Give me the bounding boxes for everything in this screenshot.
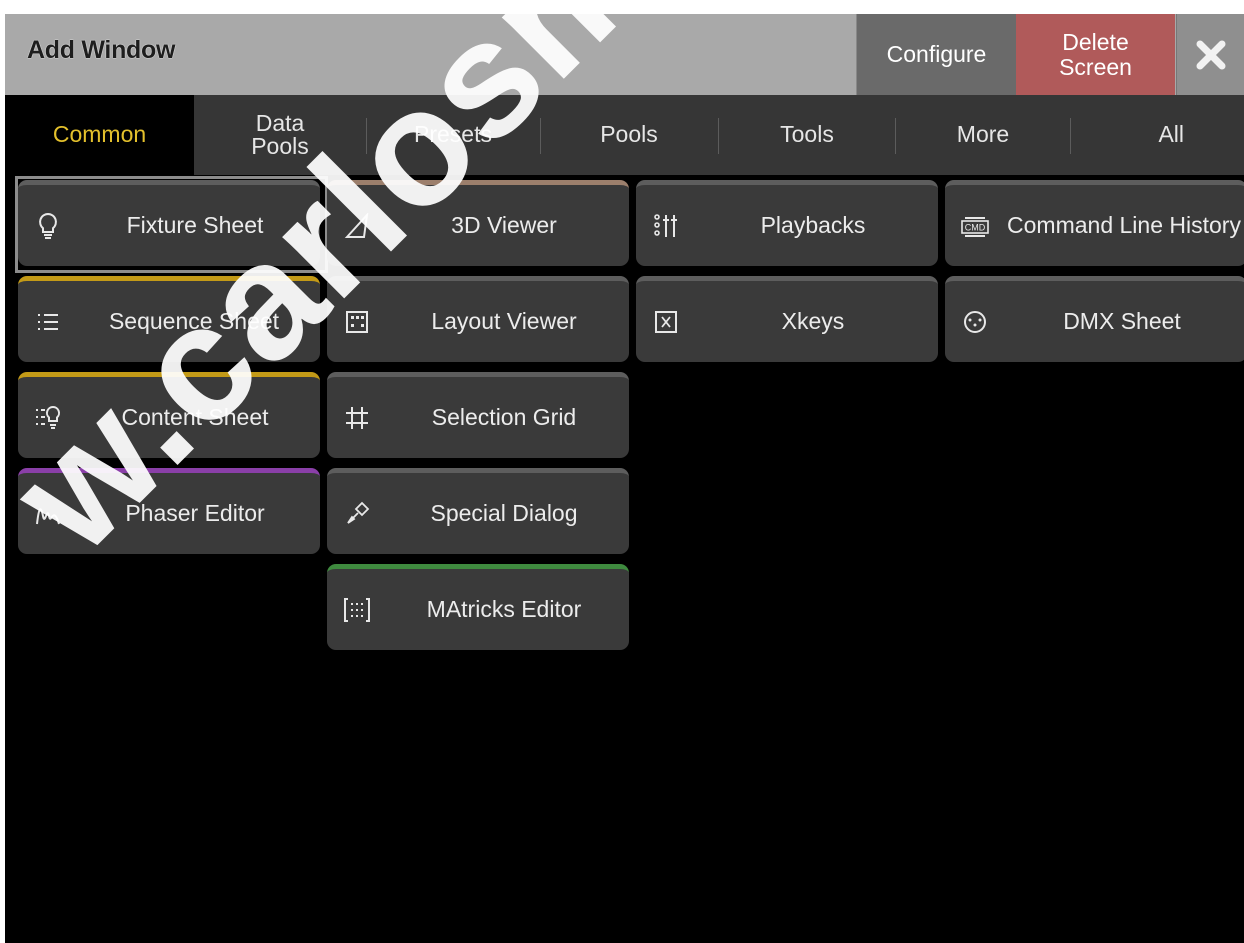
sequence-sheet-button[interactable]: Sequence Sheet [18, 276, 320, 362]
button-label: MAtricks Editor [426, 595, 582, 622]
tab-presets[interactable]: Presets [367, 95, 539, 175]
button-label: Fixture Sheet [126, 211, 264, 238]
tab-data-pools[interactable]: Data Pools [194, 95, 366, 175]
matricks-editor-button[interactable]: MAtricks Editor [327, 564, 629, 650]
tab-bar: Common Data Pools Presets Pools Tools Mo… [5, 95, 1244, 175]
layout-grid-icon [327, 310, 387, 334]
delete-screen-button[interactable]: Delete Screen [1016, 14, 1175, 95]
tab-all[interactable]: All [1071, 95, 1244, 175]
list-icon [18, 312, 78, 332]
command-line-history-button[interactable]: CMD Command Line History [945, 180, 1244, 266]
special-dialog-button[interactable]: Special Dialog [327, 468, 629, 554]
selection-grid-icon [327, 405, 387, 431]
fixture-sheet-button[interactable]: Fixture Sheet [18, 180, 320, 266]
special-dialog-icon [327, 501, 387, 527]
layout-viewer-button[interactable]: Layout Viewer [327, 276, 629, 362]
button-label: Content Sheet [121, 403, 269, 430]
button-label: Layout Viewer [431, 307, 577, 334]
selection-grid-button[interactable]: Selection Grid [327, 372, 629, 458]
button-label: Selection Grid [431, 403, 577, 430]
playbacks-button[interactable]: Playbacks [636, 180, 938, 266]
close-button[interactable] [1176, 14, 1244, 95]
tab-pools[interactable]: Pools [541, 95, 717, 175]
button-label: Sequence Sheet [108, 307, 280, 334]
button-label: 3D Viewer [451, 211, 557, 238]
xkeys-button[interactable]: Xkeys [636, 276, 938, 362]
matricks-icon [327, 597, 387, 623]
tab-common[interactable]: Common [5, 95, 194, 175]
button-label: Phaser Editor [125, 499, 265, 526]
configure-button[interactable]: Configure [856, 14, 1016, 95]
svg-text:CMD: CMD [965, 222, 986, 232]
phaser-wave-icon [18, 502, 78, 526]
cmd-icon: CMD [945, 214, 1005, 238]
3d-viewer-button[interactable]: 3D Viewer [327, 180, 629, 266]
title-bar: Add Window Configure Delete Screen [5, 14, 1244, 95]
dmx-sheet-button[interactable]: DMX Sheet [945, 276, 1244, 362]
button-label: DMX Sheet [1063, 307, 1181, 334]
content-sheet-button[interactable]: Content Sheet [18, 372, 320, 458]
window-title: Add Window [27, 36, 176, 64]
add-window-dialog: Add Window Configure Delete Screen Commo… [5, 14, 1244, 943]
faders-icon [636, 213, 696, 239]
dmx-connector-icon [945, 309, 1005, 335]
xkeys-icon [636, 310, 696, 334]
3d-viewer-icon [327, 212, 387, 239]
button-label: Special Dialog [430, 499, 578, 526]
button-label: Command Line History [1007, 211, 1241, 238]
content-sheet-icon [18, 405, 78, 431]
tab-tools[interactable]: Tools [719, 95, 895, 175]
phaser-editor-button[interactable]: Phaser Editor [18, 468, 320, 554]
button-label: Playbacks [760, 211, 866, 238]
close-icon [1196, 40, 1226, 69]
bulb-icon [18, 212, 78, 240]
tab-more[interactable]: More [896, 95, 1070, 175]
button-label: Xkeys [781, 307, 845, 334]
